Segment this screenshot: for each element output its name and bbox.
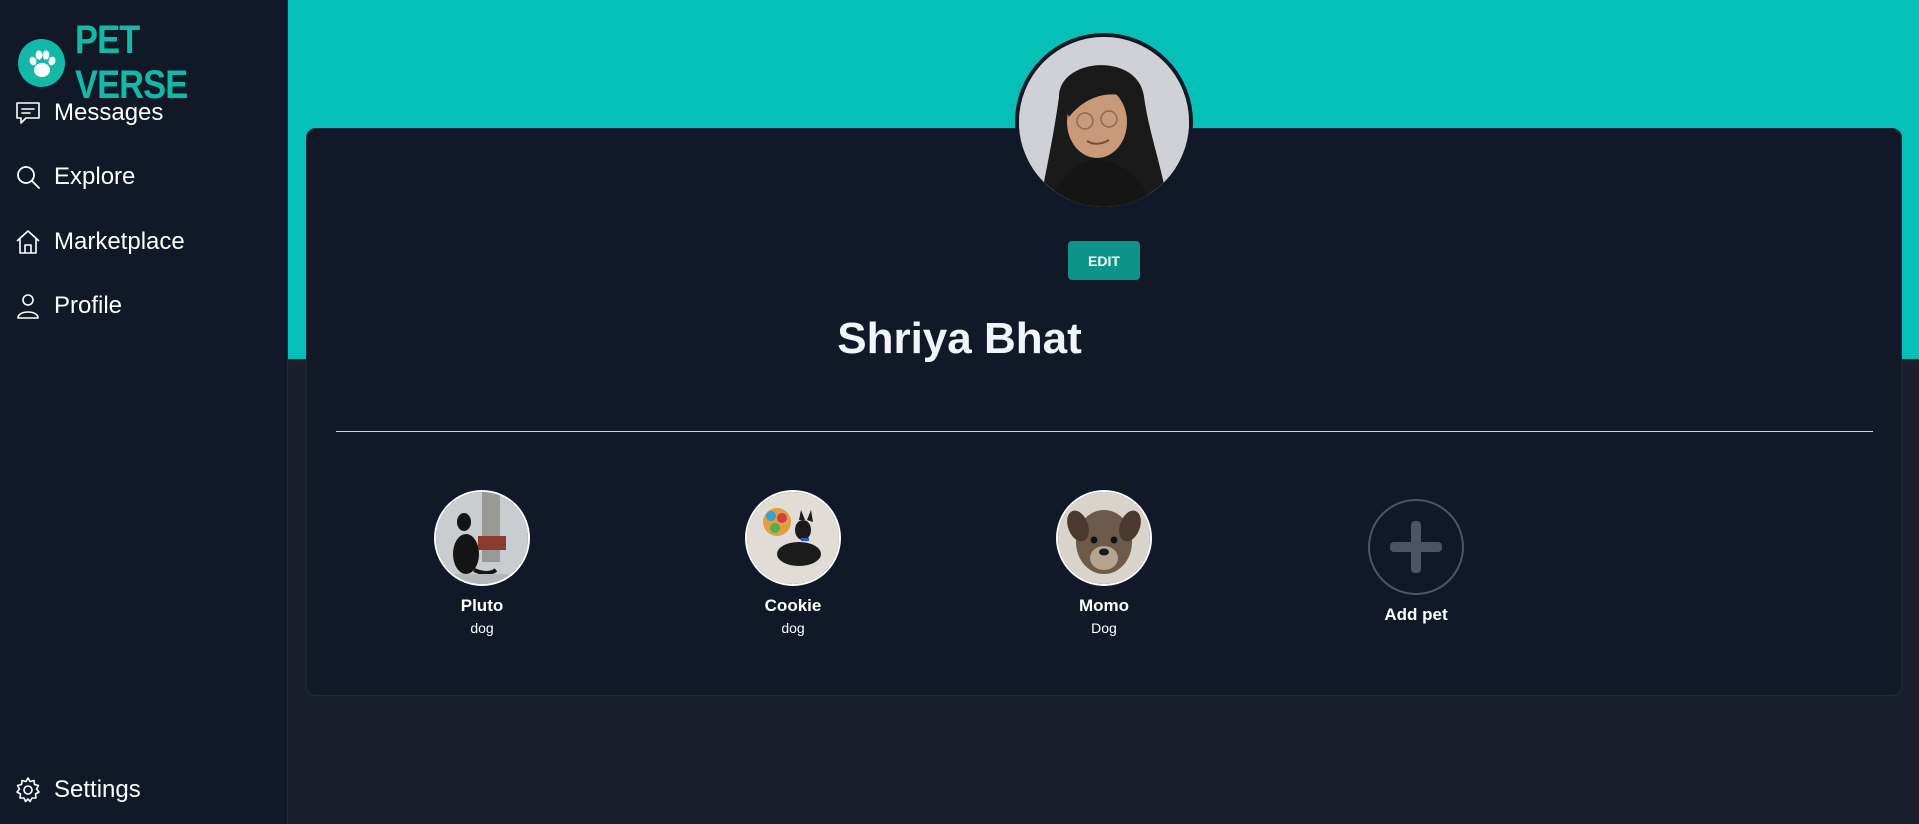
nav-label-explore: Explore <box>54 163 136 190</box>
nav-item-messages[interactable]: Messages <box>14 99 163 127</box>
nav-label-messages: Messages <box>54 99 164 126</box>
add-pet-circle[interactable] <box>1368 499 1464 595</box>
home-icon <box>16 230 40 254</box>
nav-label-settings: Settings <box>54 776 141 803</box>
pet-name: Cookie <box>764 596 822 615</box>
pet-name: Momo <box>1078 596 1130 615</box>
nav-item-marketplace[interactable]: Marketplace <box>14 228 185 256</box>
sidebar: PET VERSE Messages Explore Marketplace P… <box>0 0 288 824</box>
gear-icon <box>16 777 40 803</box>
plus-icon <box>1390 521 1442 573</box>
search-icon <box>17 166 40 189</box>
add-pet-label: Add pet <box>1384 605 1448 624</box>
pet-type: Dog <box>1091 620 1117 636</box>
add-pet-button[interactable]: Add pet <box>1336 499 1496 625</box>
logo[interactable]: PET VERSE <box>18 18 287 108</box>
pet-avatar[interactable] <box>434 490 530 586</box>
pet-type: dog <box>470 620 494 636</box>
pet-avatar[interactable] <box>745 490 841 586</box>
chat-icon <box>16 102 40 124</box>
pet-name: Pluto <box>460 596 504 615</box>
pet-type: dog <box>781 620 805 636</box>
brand-name: PET VERSE <box>75 18 188 107</box>
nav-item-explore[interactable]: Explore <box>14 163 135 191</box>
avatar <box>1015 33 1193 211</box>
divider <box>336 431 1873 432</box>
pet-item[interactable]: Momo Dog <box>1024 490 1184 636</box>
edit-profile-button[interactable]: EDIT <box>1068 241 1140 280</box>
paw-icon <box>18 39 66 87</box>
profile-name: Shriya Bhat <box>837 314 1082 363</box>
nav-item-settings[interactable]: Settings <box>14 776 141 804</box>
pet-avatar[interactable] <box>1056 490 1152 586</box>
pet-item[interactable]: Pluto dog <box>402 490 562 636</box>
nav-label-marketplace: Marketplace <box>54 228 185 255</box>
pet-item[interactable]: Cookie dog <box>713 490 873 636</box>
